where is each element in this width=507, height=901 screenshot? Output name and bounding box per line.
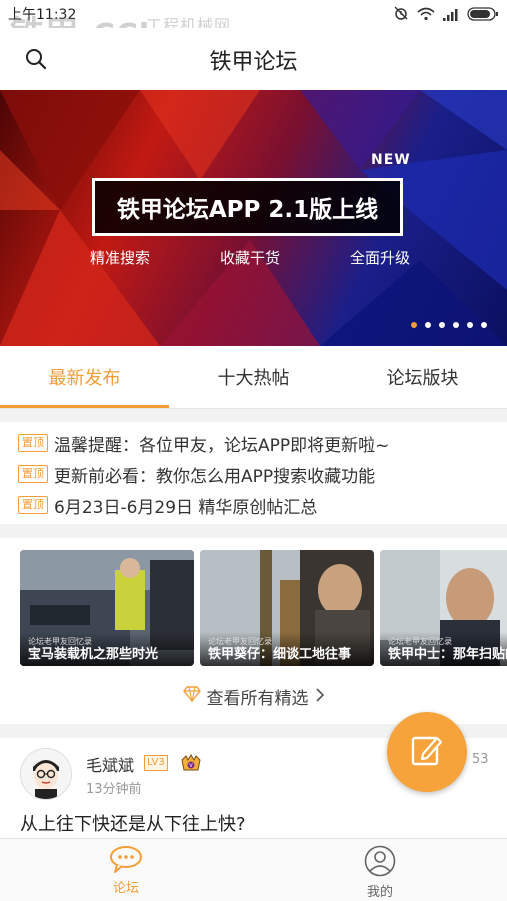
chevron-right-icon xyxy=(315,687,325,707)
carousel-dot[interactable] xyxy=(481,322,487,328)
svg-text:V: V xyxy=(189,763,193,769)
carousel-dot[interactable] xyxy=(425,322,431,328)
chat-bubble-icon xyxy=(109,845,143,877)
signal-icon xyxy=(443,6,459,25)
pinned-title: 6月23日-6月29日 精华原创帖汇总 xyxy=(54,497,318,518)
status-bar: 上午11:32 xyxy=(0,0,507,28)
pinned-item[interactable]: 置顶 6月23日-6月29日 精华原创帖汇总 xyxy=(18,490,317,520)
featured-card[interactable]: 论坛老甲友回忆录 铁甲葵仔：细谈工地往事 xyxy=(200,550,374,666)
banner-tags: 精准搜索 收藏干货 全面升级 xyxy=(90,247,410,268)
promo-banner[interactable]: NEW 铁甲论坛APP 2.1版上线 精准搜索 收藏干货 全面升级 xyxy=(0,90,507,346)
carousel-dot[interactable] xyxy=(467,322,473,328)
featured-section: 论坛老甲友回忆录 宝马装载机之那些时光 论坛老甲友回忆录 铁甲葵仔：细谈工地往事… xyxy=(0,538,507,724)
pinned-title: 温馨提醒：各位甲友，论坛APP即将更新啦~ xyxy=(54,435,390,456)
edit-icon xyxy=(409,732,445,772)
page-title: 铁甲论坛 xyxy=(209,50,298,75)
card-title: 宝马装载机之那些时光 xyxy=(28,647,159,662)
avatar[interactable] xyxy=(20,748,72,800)
pinned-title: 更新前必看：教你怎么用APP搜索收藏功能 xyxy=(54,466,376,487)
featured-card[interactable]: 论坛老甲友回忆录 铁甲中士：那年扫贴的 xyxy=(380,550,507,666)
card-title: 铁甲葵仔：细谈工地往事 xyxy=(208,647,352,662)
tab-top-ten[interactable]: 十大热帖 xyxy=(169,346,338,408)
pinned-item[interactable]: 置顶 更新前必看：教你怎么用APP搜索收藏功能 xyxy=(18,459,375,489)
nav-mine[interactable]: 我的 xyxy=(330,845,430,900)
status-icons xyxy=(393,5,499,25)
bottom-nav: 论坛 我的 xyxy=(0,838,507,901)
level-badge: LV3 xyxy=(144,755,168,771)
post-time: 13分钟前 xyxy=(86,782,142,797)
carousel-dot-active[interactable] xyxy=(411,322,417,328)
see-all-featured[interactable]: 查看所有精选 xyxy=(0,684,507,709)
battery-icon xyxy=(467,6,499,25)
app-header: 铁甲论坛 xyxy=(0,28,507,90)
tab-forums[interactable]: 论坛版块 xyxy=(338,346,507,408)
nav-forum-label: 论坛 xyxy=(112,881,139,896)
carousel-dot[interactable] xyxy=(439,322,445,328)
verified-badge-icon: V xyxy=(180,754,202,778)
pinned-badge: 置顶 xyxy=(18,434,48,452)
see-all-label: 查看所有精选 xyxy=(206,689,309,709)
banner-tag: 精准搜索 xyxy=(90,249,151,267)
diamond-icon xyxy=(182,686,201,707)
pinned-list: 置顶 温馨提醒：各位甲友，论坛APP即将更新啦~ 置顶 更新前必看：教你怎么用A… xyxy=(0,422,507,524)
banner-tag: 全面升级 xyxy=(349,249,410,267)
reply-count: 53 xyxy=(472,752,489,767)
tab-latest[interactable]: 最新发布 xyxy=(0,346,169,408)
post-title[interactable]: 从上往下快还是从下往上快? xyxy=(20,810,246,836)
carousel-dots xyxy=(411,322,487,328)
featured-card[interactable]: 论坛老甲友回忆录 宝马装载机之那些时光 xyxy=(20,550,194,666)
card-title: 铁甲中士：那年扫贴的 xyxy=(388,647,507,662)
compose-button[interactable] xyxy=(387,712,467,792)
wifi-icon xyxy=(417,6,435,25)
pinned-item[interactable]: 置顶 温馨提醒：各位甲友，论坛APP即将更新啦~ xyxy=(18,428,389,458)
new-tag: NEW xyxy=(371,152,411,168)
alarm-icon xyxy=(393,5,409,25)
banner-tag: 收藏干货 xyxy=(219,249,280,267)
banner-headline: 铁甲论坛APP 2.1版上线 xyxy=(92,178,403,236)
pinned-badge: 置顶 xyxy=(18,465,48,483)
pinned-badge: 置顶 xyxy=(18,496,48,514)
tab-bar: 最新发布 十大热帖 论坛版块 xyxy=(0,346,507,409)
status-time: 上午11:32 xyxy=(8,7,77,23)
nav-forum[interactable]: 论坛 xyxy=(76,845,176,896)
carousel-dot[interactable] xyxy=(453,322,459,328)
user-icon xyxy=(364,845,396,881)
post-author[interactable]: 毛斌斌 xyxy=(86,752,134,776)
nav-mine-label: 我的 xyxy=(366,885,393,900)
